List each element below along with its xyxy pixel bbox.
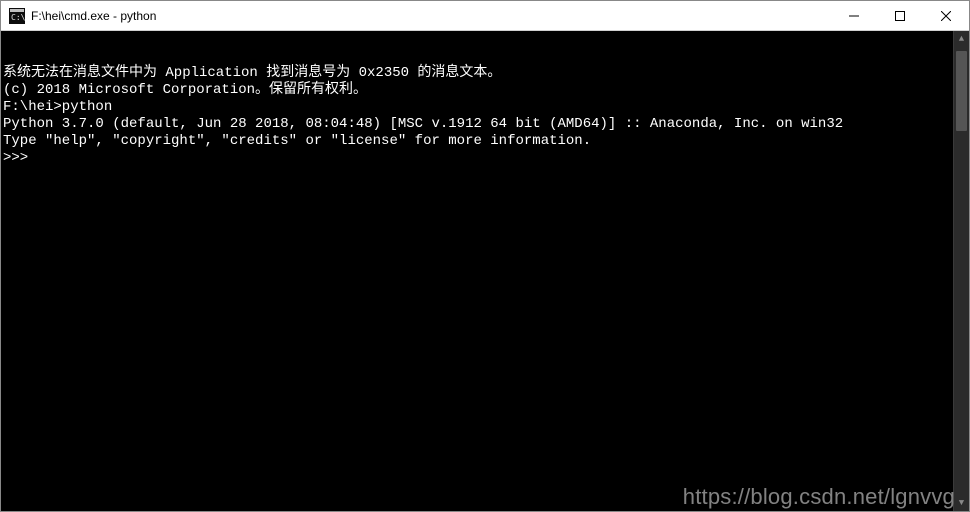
cmd-icon: C:\ [9,8,25,24]
terminal-line: F:\hei>python [3,99,967,116]
terminal-line: 系统无法在消息文件中为 Application 找到消息号为 0x2350 的消… [3,65,967,82]
titlebar[interactable]: C:\ F:\hei\cmd.exe - python [1,1,969,31]
scrollbar[interactable]: ▲ ▼ [953,31,969,511]
scroll-thumb[interactable] [956,51,967,131]
terminal-area[interactable]: 系统无法在消息文件中为 Application 找到消息号为 0x2350 的消… [1,31,969,511]
scroll-up-arrow[interactable]: ▲ [954,31,969,47]
terminal-line: Type "help", "copyright", "credits" or "… [3,133,967,150]
app-window: C:\ F:\hei\cmd.exe - python 系统无法在消息文件中为 … [0,0,970,512]
scroll-down-arrow[interactable]: ▼ [954,495,969,511]
close-button[interactable] [923,1,969,30]
terminal-line: >>> [3,150,967,167]
window-title: F:\hei\cmd.exe - python [31,9,156,23]
watermark-text: https://blog.csdn.net/lgnvvg [683,488,955,505]
terminal-line: Python 3.7.0 (default, Jun 28 2018, 08:0… [3,116,967,133]
terminal-output: 系统无法在消息文件中为 Application 找到消息号为 0x2350 的消… [3,65,967,167]
title-left: C:\ F:\hei\cmd.exe - python [1,8,831,24]
svg-text:C:\: C:\ [11,13,25,22]
maximize-button[interactable] [877,1,923,30]
minimize-button[interactable] [831,1,877,30]
terminal-line: (c) 2018 Microsoft Corporation。保留所有权利。 [3,82,967,99]
window-controls [831,1,969,30]
